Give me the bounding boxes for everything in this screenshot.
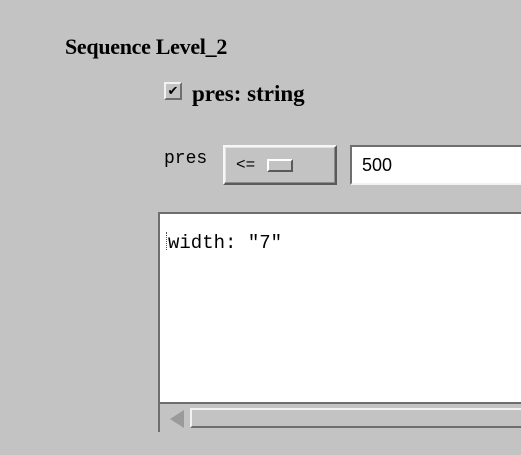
constraint-value-input[interactable]: 500 [350, 145, 521, 185]
section-title: Sequence Level_2 [65, 34, 228, 59]
horizontal-scrollbar[interactable] [160, 402, 521, 434]
output-text-area[interactable]: width: "7" [158, 212, 521, 434]
variable-checkbox[interactable]: ✔ [164, 82, 182, 100]
operator-label: <= [236, 156, 256, 174]
scrollbar-thumb[interactable] [190, 408, 521, 428]
option-menu-indicator-icon [267, 158, 294, 172]
variable-checkbox-row[interactable]: ✔ pres: string [164, 80, 305, 108]
constraint-field-label: pres [164, 149, 208, 169]
variable-checkbox-label: pres: string [192, 81, 305, 106]
scroll-left-arrow-icon[interactable] [170, 410, 184, 428]
operator-option-button[interactable]: <= [223, 145, 337, 185]
checkmark-icon: ✔ [167, 83, 179, 99]
output-text: width: "7" [168, 232, 283, 254]
